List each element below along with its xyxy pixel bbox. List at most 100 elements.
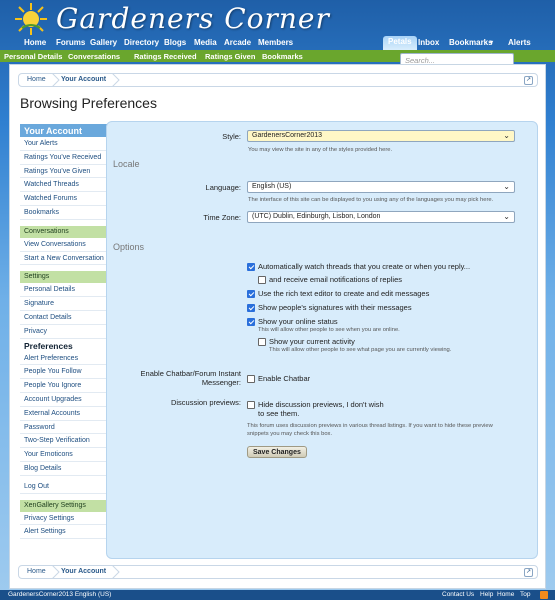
sidebar-item-people-ignore[interactable]: People You Ignore xyxy=(20,379,116,393)
sun-logo-icon[interactable] xyxy=(14,2,48,36)
breadcrumb-bottom: Home Your Account ↗ xyxy=(18,565,538,579)
sidebar-item-ratings-received[interactable]: Ratings You've Received xyxy=(20,151,116,165)
nav-directory[interactable]: Directory xyxy=(124,38,159,47)
current-activity-hint: This will allow other people to see what… xyxy=(269,347,452,353)
chevron-down-icon[interactable]: ▾ xyxy=(490,39,493,46)
page-title: Browsing Preferences xyxy=(20,95,157,111)
breadcrumb-separator-icon xyxy=(111,565,120,579)
sidebar-item-two-step[interactable]: Two-Step Verification xyxy=(20,434,116,449)
jump-menu-icon[interactable]: ↗ xyxy=(524,76,533,85)
discussion-previews-hint-line2: snippets you may check this box. xyxy=(247,431,333,437)
current-activity-label[interactable]: Show your current activity xyxy=(269,337,355,346)
signatures-checkbox[interactable] xyxy=(247,304,255,312)
sidebar-item-external-accounts[interactable]: External Accounts xyxy=(20,407,116,421)
locale-section-title: Locale xyxy=(113,159,140,169)
discussion-previews-hint-line1: This forum uses discussion previews in v… xyxy=(247,423,493,429)
breadcrumb-current[interactable]: Your Account xyxy=(61,568,106,575)
sidebar-item-privacy-settings[interactable]: Privacy Settings xyxy=(20,512,116,526)
jump-menu-icon[interactable]: ↗ xyxy=(524,568,533,577)
style-label: Style: xyxy=(222,132,241,141)
sidebar-header[interactable]: Your Account xyxy=(20,124,116,137)
sidebar-item-view-conversations[interactable]: View Conversations xyxy=(20,238,116,252)
subnav-bookmarks[interactable]: Bookmarks xyxy=(262,52,303,61)
subnav-ratings-received[interactable]: Ratings Received xyxy=(134,52,197,61)
subnav-ratings-given[interactable]: Ratings Given xyxy=(205,52,255,61)
footer-contact-us[interactable]: Contact Us xyxy=(442,591,474,598)
chatbar-label-line2: Messenger: xyxy=(201,378,241,387)
main-nav: Home Forums Gallery Directory Blogs Medi… xyxy=(0,36,555,50)
nav-members[interactable]: Members xyxy=(258,38,293,47)
sidebar-item-preferences[interactable]: Preferences xyxy=(20,339,116,352)
breadcrumb-current[interactable]: Your Account xyxy=(61,76,106,83)
nav-gallery[interactable]: Gallery xyxy=(90,38,117,47)
timezone-label: Time Zone: xyxy=(203,213,241,222)
footer-top[interactable]: Top xyxy=(520,591,530,598)
sidebar-item-privacy[interactable]: Privacy xyxy=(20,325,116,339)
style-hint: You may view the site in any of the styl… xyxy=(248,147,393,153)
online-status-label[interactable]: Show your online status xyxy=(258,317,338,326)
footer-help[interactable]: Help xyxy=(480,591,493,598)
subnav-conversations[interactable]: Conversations xyxy=(68,52,120,61)
breadcrumb-home[interactable]: Home xyxy=(27,568,46,575)
email-notify-checkbox[interactable] xyxy=(258,276,266,284)
language-select[interactable]: English (US) ⌄ xyxy=(247,181,515,193)
footer-home[interactable]: Home xyxy=(497,591,514,598)
chevron-down-icon: ⌄ xyxy=(503,212,510,221)
watch-threads-label[interactable]: Automatically watch threads that you cre… xyxy=(258,262,470,271)
site-title[interactable]: Gardeners Corner xyxy=(56,2,330,35)
signatures-label[interactable]: Show people's signatures with their mess… xyxy=(258,303,412,312)
nav-home[interactable]: Home xyxy=(24,38,46,47)
sidebar-item-blog-details[interactable]: Blog Details xyxy=(20,462,116,476)
discussion-previews-label: Discussion previews: xyxy=(170,398,241,407)
discussion-previews-cb-line2[interactable]: to see them. xyxy=(258,409,299,418)
sidebar-item-personal-details[interactable]: Personal Details xyxy=(20,283,116,298)
nav-media[interactable]: Media xyxy=(194,38,217,47)
rich-text-label[interactable]: Use the rich text editor to create and e… xyxy=(258,289,429,298)
breadcrumb-separator-icon xyxy=(111,73,120,87)
nav-inbox[interactable]: Inbox xyxy=(418,38,439,47)
sidebar-item-people-follow[interactable]: People You Follow xyxy=(20,365,116,380)
rss-icon[interactable] xyxy=(540,591,548,599)
discussion-previews-checkbox[interactable] xyxy=(247,401,255,409)
sidebar-item-ratings-given[interactable]: Ratings You've Given xyxy=(20,165,116,179)
discussion-previews-cb-line1[interactable]: Hide discussion previews, I don't wish xyxy=(258,400,384,409)
chatbar-checkbox-label[interactable]: Enable Chatbar xyxy=(258,374,310,383)
sidebar-item-watched-threads[interactable]: Watched Threads xyxy=(20,178,116,193)
account-sidebar: Your Account Your Alerts Ratings You've … xyxy=(20,124,116,540)
rich-text-checkbox[interactable] xyxy=(247,290,255,298)
nav-arcade[interactable]: Arcade xyxy=(224,38,251,47)
sidebar-item-alerts[interactable]: Your Alerts xyxy=(20,137,116,151)
footer-style-language[interactable]: GardenersCorner2013 English (US) xyxy=(8,591,111,598)
sidebar-item-alert-preferences[interactable]: Alert Preferences xyxy=(20,352,116,366)
sidebar-item-password[interactable]: Password xyxy=(20,421,116,435)
sidebar-item-signature[interactable]: Signature xyxy=(20,297,116,311)
breadcrumb-separator-icon xyxy=(51,73,60,87)
sidebar-item-emoticons[interactable]: Your Emoticons xyxy=(20,448,116,462)
sidebar-item-watched-forums[interactable]: Watched Forums xyxy=(20,192,116,206)
sidebar-item-alert-settings[interactable]: Alert Settings xyxy=(20,525,116,540)
nav-petals[interactable]: Petals xyxy=(383,36,417,50)
sidebar-group-conversations: Conversations xyxy=(20,225,116,238)
chatbar-checkbox[interactable] xyxy=(247,375,255,383)
sidebar-item-account-upgrades[interactable]: Account Upgrades xyxy=(20,393,116,407)
nav-alerts[interactable]: Alerts xyxy=(508,38,531,47)
online-status-checkbox[interactable] xyxy=(247,318,255,326)
email-notify-label[interactable]: and receive email notifications of repli… xyxy=(269,275,402,284)
save-changes-button[interactable]: Save Changes xyxy=(247,446,307,458)
current-activity-checkbox[interactable] xyxy=(258,338,266,346)
style-select[interactable]: GardenersCorner2013 ⌄ xyxy=(247,130,515,142)
nav-blogs[interactable]: Blogs xyxy=(164,38,186,47)
breadcrumb-home[interactable]: Home xyxy=(27,76,46,83)
sidebar-item-contact-details[interactable]: Contact Details xyxy=(20,311,116,325)
chevron-down-icon: ⌄ xyxy=(503,131,510,140)
sidebar-item-start-conversation[interactable]: Start a New Conversation xyxy=(20,252,116,266)
sidebar-item-logout[interactable]: Log Out xyxy=(20,480,116,494)
nav-bookmarks[interactable]: Bookmarks xyxy=(449,38,493,47)
breadcrumb: Home Your Account ↗ xyxy=(18,73,538,87)
timezone-select[interactable]: (UTC) Dublin, Edinburgh, Lisbon, London … xyxy=(247,211,515,223)
sidebar-item-bookmarks[interactable]: Bookmarks xyxy=(20,206,116,220)
timezone-select-value: (UTC) Dublin, Edinburgh, Lisbon, London xyxy=(252,213,381,220)
nav-forums[interactable]: Forums xyxy=(56,38,85,47)
subnav-personal-details[interactable]: Personal Details xyxy=(4,52,62,61)
watch-threads-checkbox[interactable] xyxy=(247,263,255,271)
